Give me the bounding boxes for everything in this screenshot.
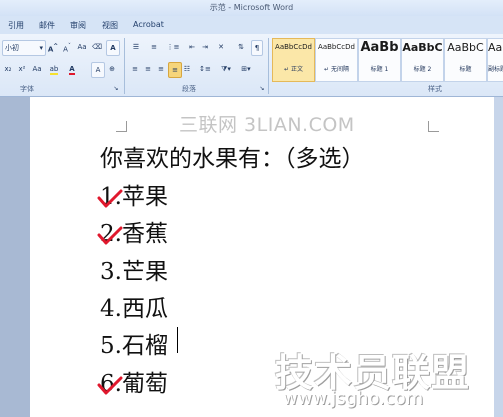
char-shading-icon[interactable]: A <box>91 62 105 78</box>
style-normal[interactable]: AaBbCcDd ↵ 正文 <box>272 38 315 82</box>
style-title[interactable]: AaBbC 标题 <box>444 38 487 82</box>
highlight-icon[interactable]: ab <box>47 62 61 76</box>
ribbon: 小初 ▾ A^ Aˇ Aa ⌫ A x₂ x² Aa ab A A ⊕ 字体 ↘… <box>0 34 503 97</box>
styles-group-label: 样式 <box>428 85 442 93</box>
tab-review[interactable]: 审阅 <box>70 20 86 31</box>
font-size-value: 小初 <box>5 44 19 52</box>
checkmark-icon <box>97 376 123 395</box>
shading-icon[interactable]: ⧩▾ <box>218 62 234 76</box>
checkmark-icon <box>97 189 123 208</box>
multilevel-list-icon[interactable]: ⋮≡ <box>165 40 181 54</box>
style-sample: AaBbC <box>402 41 443 54</box>
font-color-icon[interactable]: A <box>66 62 78 76</box>
increase-indent-icon[interactable]: ⇥ <box>199 40 211 54</box>
superscript-icon[interactable]: x² <box>16 62 28 76</box>
style-name: 标题 1 <box>370 66 389 73</box>
sort-icon[interactable]: ⇅ <box>235 40 247 54</box>
chinese-layout-icon[interactable]: ✕ <box>215 40 227 54</box>
align-center-icon[interactable]: ≡ <box>142 62 154 76</box>
style-no-spacing[interactable]: AaBbCcDd ↵ 无间隔 <box>315 38 358 82</box>
shrink-font-icon[interactable]: Aˇ <box>61 40 73 54</box>
margin-corner-top-right <box>428 121 439 132</box>
show-marks-icon[interactable]: ¶ <box>251 40 263 56</box>
style-heading-1[interactable]: AaBb 标题 1 <box>358 38 401 82</box>
tab-mailings[interactable]: 邮件 <box>39 20 55 31</box>
style-sample: AaBbC <box>488 41 503 54</box>
paragraph-dialog-launcher-icon[interactable]: ↘ <box>258 82 266 96</box>
style-sample: AaBbC <box>447 41 484 54</box>
vertical-scrollbar[interactable] <box>494 97 503 417</box>
tab-view[interactable]: 视图 <box>102 20 118 31</box>
style-name: 副标题 <box>488 66 503 73</box>
grow-font-icon[interactable]: A^ <box>47 40 59 54</box>
numbering-icon[interactable]: ≡ <box>147 40 161 54</box>
text-cursor <box>177 327 178 353</box>
clear-format-icon[interactable]: ⌫ <box>91 40 103 54</box>
change-case-icon[interactable]: Aa <box>76 40 88 54</box>
font-size-combobox[interactable]: 小初 ▾ <box>2 40 46 56</box>
option-line: 5.石榴 <box>100 333 168 359</box>
watermark-url: www.jsgho.com <box>283 388 424 409</box>
checkmark-icon <box>97 226 123 245</box>
align-left-icon[interactable]: ≡ <box>129 62 141 76</box>
chevron-down-icon: ▾ <box>39 44 43 52</box>
tab-references[interactable]: 引用 <box>8 20 24 31</box>
group-separator <box>268 38 269 94</box>
style-sample: AaBb <box>360 40 399 55</box>
font-group-label: 字体 <box>20 85 34 93</box>
style-heading-2[interactable]: AaBbC 标题 2 <box>401 38 444 82</box>
style-name: 标题 <box>459 66 472 73</box>
style-sample: AaBbCcDd <box>275 43 312 51</box>
enclose-char-icon[interactable]: ⊕ <box>106 62 118 76</box>
subscript-icon[interactable]: x₂ <box>2 62 14 76</box>
char-border-icon[interactable]: A <box>106 40 120 56</box>
font-effects-icon[interactable]: Aa <box>30 62 44 76</box>
line-spacing-icon[interactable]: ↕≡ <box>198 62 212 76</box>
ribbon-tabs: 引用 邮件 审阅 视图 Acrobat <box>0 16 503 34</box>
bullets-icon[interactable]: ☰ <box>129 40 143 54</box>
option-line: 4.西瓜 <box>100 296 168 322</box>
margin-corner-top-left <box>116 121 127 132</box>
style-name: 标题 2 <box>413 66 432 73</box>
borders-icon[interactable]: ⊞▾ <box>238 62 254 76</box>
decrease-indent-icon[interactable]: ⇤ <box>186 40 198 54</box>
font-dialog-launcher-icon[interactable]: ↘ <box>112 82 120 96</box>
option-line: 3.芒果 <box>100 259 168 285</box>
tab-acrobat[interactable]: Acrobat <box>133 20 164 29</box>
justify-icon[interactable]: ≡ <box>168 62 182 78</box>
distributed-icon[interactable]: ☷ <box>181 62 193 76</box>
style-name: ↵ 正文 <box>284 66 303 73</box>
window-title: 示范 - Microsoft Word <box>209 3 294 12</box>
group-separator <box>124 38 125 94</box>
paragraph-group-label: 段落 <box>182 85 196 93</box>
align-right-icon[interactable]: ≡ <box>155 62 167 76</box>
watermark-top: 三联网 3LIAN.COM <box>179 114 355 136</box>
question-text: 你喜欢的水果有：（多选） <box>100 146 365 172</box>
title-bar: 示范 - Microsoft Word <box>0 0 503 16</box>
style-name: ↵ 无间隔 <box>324 66 349 73</box>
style-sample: AaBbCcDd <box>318 43 355 51</box>
style-subtitle[interactable]: AaBbC 副标题 <box>487 38 503 82</box>
